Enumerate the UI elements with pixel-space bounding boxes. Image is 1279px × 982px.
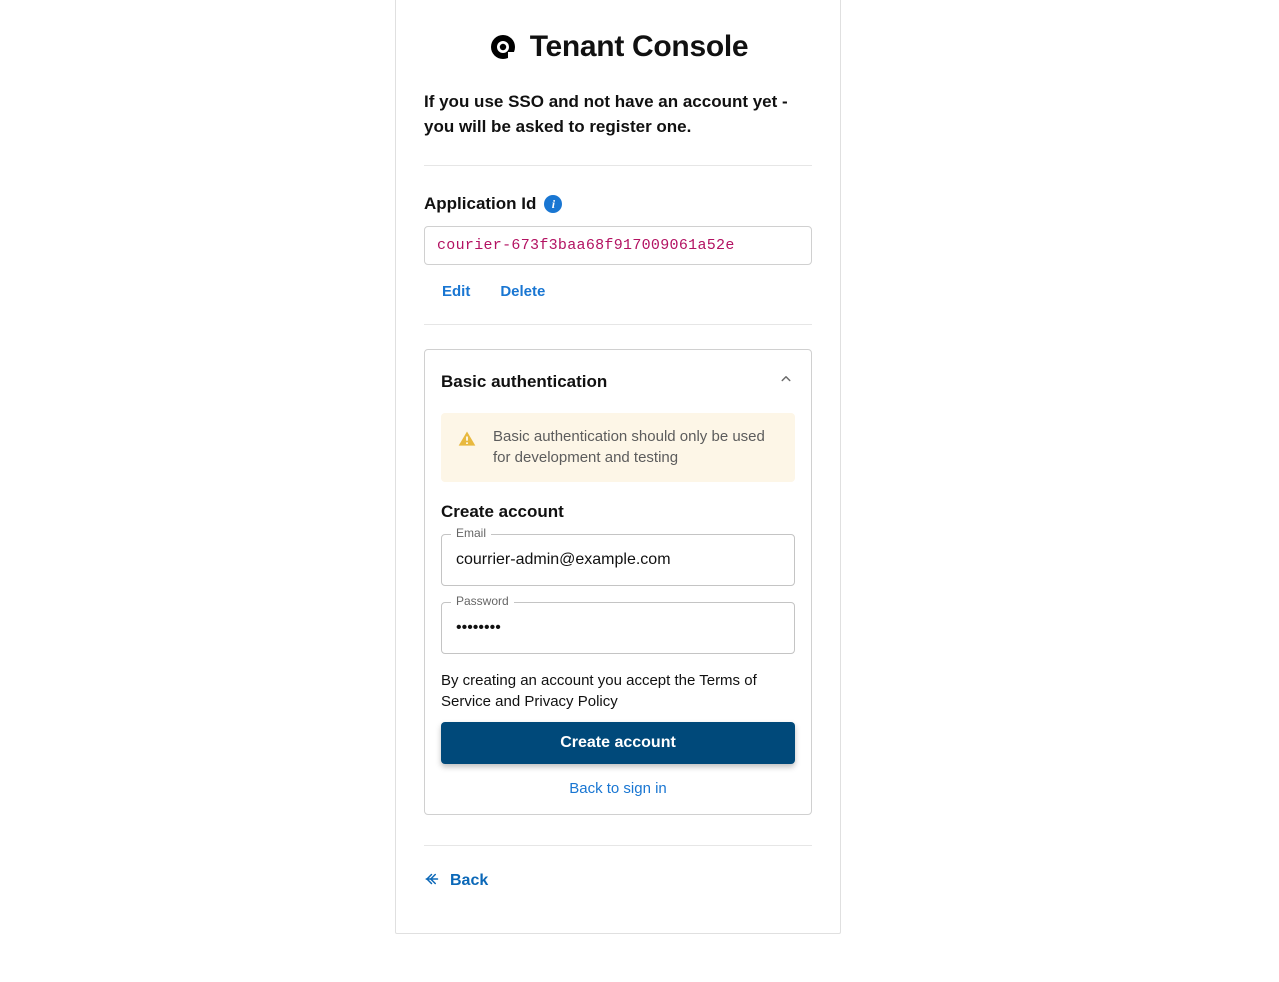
basic-auth-body: Basic authentication should only be used… <box>425 413 811 814</box>
email-field-wrap: Email <box>441 534 795 586</box>
password-label: Password <box>451 594 514 608</box>
page-title: Tenant Console <box>530 30 749 64</box>
divider <box>424 324 812 325</box>
warning-icon <box>457 429 477 454</box>
page: Tenant Console If you use SSO and not ha… <box>0 0 1279 982</box>
app-id-value: courier-673f3baa68f917009061a52e <box>424 226 812 265</box>
back-to-signin-wrap: Back to sign in <box>441 780 795 798</box>
back-to-signin-link[interactable]: Back to sign in <box>569 780 667 797</box>
password-field-wrap: Password <box>441 602 795 654</box>
warning-text: Basic authentication should only be used… <box>493 427 779 468</box>
app-id-label-row: Application Id i <box>424 166 812 226</box>
edit-button[interactable]: Edit <box>442 283 470 300</box>
password-field[interactable] <box>441 602 795 654</box>
main-card: Tenant Console If you use SSO and not ha… <box>395 0 841 934</box>
create-account-title: Create account <box>441 502 795 522</box>
info-icon[interactable]: i <box>544 195 562 213</box>
title-row: Tenant Console <box>424 0 812 82</box>
warning-alert: Basic authentication should only be used… <box>441 413 795 482</box>
delete-button[interactable]: Delete <box>500 283 545 300</box>
email-label: Email <box>451 526 491 540</box>
arrow-left-icon <box>424 870 442 893</box>
app-id-actions: Edit Delete <box>424 265 812 324</box>
page-subtitle: If you use SSO and not have an account y… <box>424 82 812 165</box>
terms-text: By creating an account you accept the Te… <box>441 670 795 712</box>
back-button[interactable]: Back <box>450 872 488 890</box>
card-inner: Tenant Console If you use SSO and not ha… <box>396 0 840 893</box>
app-id-label: Application Id <box>424 194 536 214</box>
back-row[interactable]: Back <box>424 846 812 893</box>
app-logo-icon <box>488 32 518 62</box>
chevron-up-icon <box>777 370 795 393</box>
basic-auth-header[interactable]: Basic authentication <box>425 350 811 413</box>
basic-auth-panel: Basic authentication <box>424 349 812 815</box>
email-field[interactable] <box>441 534 795 586</box>
create-account-button[interactable]: Create account <box>441 722 795 764</box>
basic-auth-title: Basic authentication <box>441 372 607 392</box>
